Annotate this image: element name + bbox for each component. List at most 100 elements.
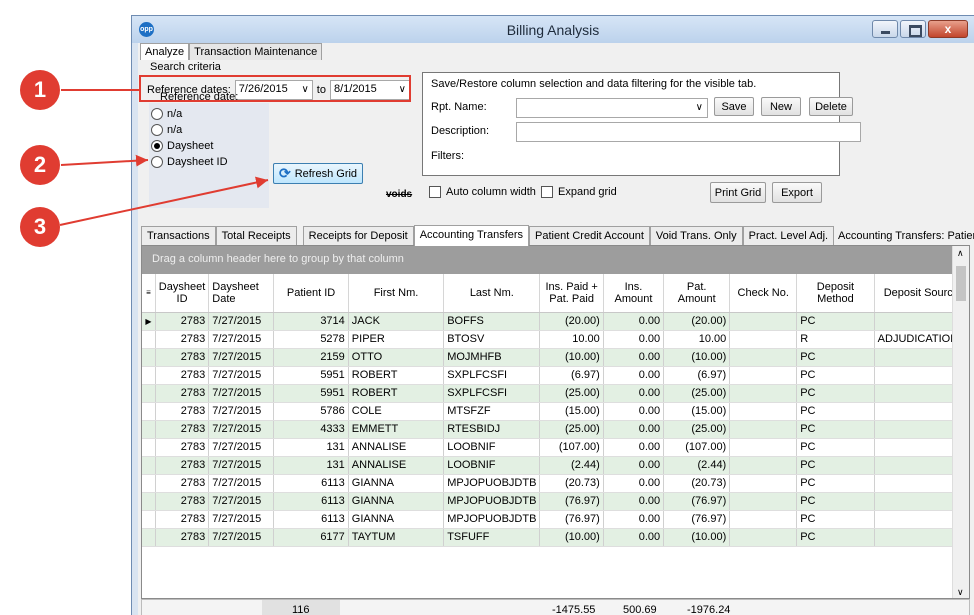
table-cell[interactable]: 2783 <box>155 456 210 475</box>
table-cell[interactable]: 131 <box>273 438 349 457</box>
table-cell[interactable] <box>729 330 798 349</box>
table-cell[interactable]: 2783 <box>155 474 210 493</box>
table-cell[interactable]: LOOBNIF <box>443 456 541 475</box>
col-deposit-method[interactable]: Deposit Method <box>796 274 875 313</box>
row-indicator[interactable] <box>142 384 156 403</box>
table-cell[interactable]: PC <box>796 474 875 493</box>
rpt-name-select[interactable]: ∨ <box>516 98 708 118</box>
table-cell[interactable]: (15.00) <box>663 402 731 421</box>
table-cell[interactable]: (107.00) <box>663 438 731 457</box>
col-last-name[interactable]: Last Nm. <box>443 274 541 313</box>
table-cell[interactable]: 0.00 <box>603 312 665 331</box>
radio-circle-icon[interactable] <box>151 124 163 136</box>
table-cell[interactable]: 3714 <box>273 312 349 331</box>
table-cell[interactable]: (10.00) <box>539 528 604 547</box>
table-cell[interactable]: (76.97) <box>663 492 731 511</box>
row-indicator[interactable] <box>142 438 156 457</box>
row-indicator[interactable] <box>142 348 156 367</box>
col-ins-amount[interactable]: Ins. Amount <box>603 274 665 313</box>
table-row[interactable]: 2783 7/27/2015 6113 GIANNA MPJOPUOBJDTB (76.9… <box>142 510 969 529</box>
radio-circle-icon[interactable] <box>151 108 163 120</box>
table-cell[interactable]: (20.73) <box>663 474 731 493</box>
checkbox-icon[interactable] <box>429 186 441 198</box>
table-cell[interactable]: 7/27/2015 <box>208 456 275 475</box>
col-daysheet-date[interactable]: Daysheet Date <box>208 274 275 313</box>
table-cell[interactable]: (20.00) <box>539 312 604 331</box>
table-cell[interactable]: PC <box>796 402 875 421</box>
table-cell[interactable]: PC <box>796 348 875 367</box>
table-cell[interactable]: 7/27/2015 <box>208 348 275 367</box>
table-cell[interactable]: 6113 <box>273 474 349 493</box>
table-cell[interactable]: PC <box>796 384 875 403</box>
table-cell[interactable]: 0.00 <box>603 402 665 421</box>
table-cell[interactable]: 0.00 <box>603 438 665 457</box>
table-cell[interactable]: (25.00) <box>663 420 731 439</box>
maximize-button[interactable] <box>900 20 926 38</box>
tab-void-trans-only[interactable]: Void Trans. Only <box>649 226 743 245</box>
row-indicator[interactable] <box>142 402 156 421</box>
table-cell[interactable]: 7/27/2015 <box>208 492 275 511</box>
table-cell[interactable]: (76.97) <box>539 510 604 529</box>
table-cell[interactable]: 7/27/2015 <box>208 420 275 439</box>
table-cell[interactable]: 2783 <box>155 420 210 439</box>
radio-daysheet-id[interactable]: Daysheet ID <box>151 156 228 168</box>
table-cell[interactable]: R <box>796 330 875 349</box>
table-cell[interactable]: BOFFS <box>443 312 541 331</box>
tab-accounting-transfers[interactable]: Accounting Transfers <box>413 225 530 246</box>
expand-grid-checkbox[interactable]: Expand grid <box>541 186 617 198</box>
table-cell[interactable]: 0.00 <box>603 348 665 367</box>
table-cell[interactable] <box>729 438 798 457</box>
table-row[interactable]: 2783 7/27/2015 5951 ROBERT SXPLFCSFI (6.97) 0.… <box>142 366 969 385</box>
table-cell[interactable] <box>729 402 798 421</box>
table-cell[interactable]: 2783 <box>155 312 210 331</box>
table-cell[interactable]: 0.00 <box>603 492 665 511</box>
row-indicator[interactable] <box>142 492 156 511</box>
table-cell[interactable]: 7/27/2015 <box>208 384 275 403</box>
table-cell[interactable]: (76.97) <box>539 492 604 511</box>
row-indicator[interactable] <box>142 420 156 439</box>
table-cell[interactable]: JACK <box>348 312 445 331</box>
table-cell[interactable]: GIANNA <box>348 474 445 493</box>
table-cell[interactable]: (25.00) <box>663 384 731 403</box>
table-cell[interactable]: 2783 <box>155 384 210 403</box>
table-row[interactable]: 2783 7/27/2015 5786 COLE MTSFZF (15.00) 0.00 (1… <box>142 402 969 421</box>
table-cell[interactable] <box>729 528 798 547</box>
row-indicator[interactable] <box>142 456 156 475</box>
table-cell[interactable] <box>729 492 798 511</box>
table-cell[interactable]: 5786 <box>273 402 349 421</box>
print-grid-button[interactable]: Print Grid <box>710 182 766 203</box>
table-cell[interactable]: 0.00 <box>603 366 665 385</box>
table-row[interactable]: 2783 7/27/2015 5951 ROBERT SXPLFCSFI (25.00) 0… <box>142 384 969 403</box>
radio-na-2[interactable]: n/a <box>151 124 182 136</box>
table-cell[interactable]: (6.97) <box>539 366 604 385</box>
minimize-button[interactable] <box>872 20 898 38</box>
table-cell[interactable]: 7/27/2015 <box>208 528 275 547</box>
table-cell[interactable]: BTOSV <box>443 330 541 349</box>
table-cell[interactable]: ANNALISE <box>348 438 445 457</box>
table-cell[interactable]: 7/27/2015 <box>208 330 275 349</box>
table-cell[interactable]: (15.00) <box>539 402 604 421</box>
table-cell[interactable]: EMMETT <box>348 420 445 439</box>
table-row[interactable]: 2783 7/27/2015 4333 EMMETT RTESBIDJ (25.00) 0.… <box>142 420 969 439</box>
table-cell[interactable]: (10.00) <box>663 348 731 367</box>
table-cell[interactable]: 2783 <box>155 330 210 349</box>
table-cell[interactable]: MPJOPUOBJDTB <box>443 474 541 493</box>
radio-circle-icon[interactable] <box>151 156 163 168</box>
table-row[interactable]: 2783 7/27/2015 2159 OTTO MOJMHFB (10.00) 0.00(… <box>142 348 969 367</box>
table-cell[interactable]: (107.00) <box>539 438 604 457</box>
table-cell[interactable] <box>729 312 798 331</box>
table-cell[interactable]: 6113 <box>273 492 349 511</box>
table-cell[interactable] <box>729 456 798 475</box>
row-indicator[interactable] <box>142 366 156 385</box>
row-indicator[interactable] <box>142 510 156 529</box>
table-cell[interactable]: (20.00) <box>663 312 731 331</box>
row-indicator[interactable] <box>142 528 156 547</box>
table-cell[interactable]: PIPER <box>348 330 445 349</box>
table-cell[interactable]: 10.00 <box>539 330 604 349</box>
table-cell[interactable]: ROBERT <box>348 366 445 385</box>
table-cell[interactable]: (2.44) <box>663 456 731 475</box>
table-cell[interactable]: 5278 <box>273 330 349 349</box>
table-cell[interactable]: 6113 <box>273 510 349 529</box>
table-cell[interactable]: 7/27/2015 <box>208 366 275 385</box>
auto-column-width-checkbox[interactable]: Auto column width <box>429 186 536 198</box>
